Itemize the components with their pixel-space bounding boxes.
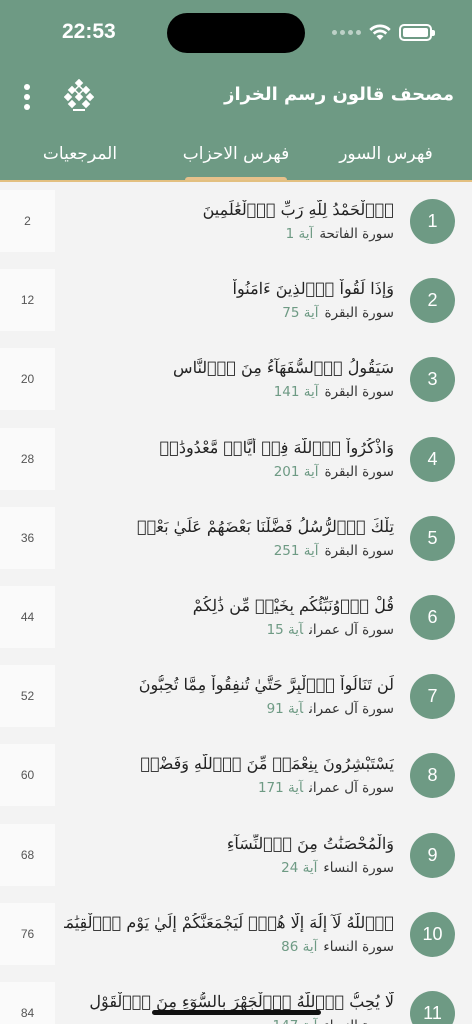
list-item[interactable]: 52 لَن تَنَالُواْ اُ۬لْبِرَّ حَتَّيٰ تُنف… [0, 665, 472, 728]
list-item[interactable]: 76 اِ۬للَّهُ لَآ إِلَٰهَ إِلَّا هُوَۖ لَي… [0, 902, 472, 965]
verse-location: سورة النساء آية 24 [281, 860, 394, 876]
verse-text: قُلْ أَ۬وُنَبِّئُكُم بِخَيْرٖ مِّن ذَٰلِ… [192, 596, 394, 615]
hizb-number-badge: 3 [410, 357, 455, 403]
dynamic-island [167, 13, 305, 53]
header-divider [0, 180, 472, 182]
verse-text: اِ۬للَّهُ لَآ إِلَٰهَ إِلَّا هُوَۖ لَيَج… [64, 912, 394, 932]
hizb-number-badge: 4 [410, 436, 455, 482]
verse-location: سورة الفاتحة آية 1 [286, 226, 394, 242]
page-number: 2 [0, 190, 55, 252]
verse-location: سورة آل عمران آية 15 [267, 622, 394, 638]
verse-text: وَالْمُحْصَنَٰتُ مِنَ اَ۬لنِّسَآءِ [226, 833, 394, 853]
page-number: 20 [0, 348, 55, 411]
surah-name: سورة البقرة [324, 305, 394, 322]
verse-text: اِ۬لْحَمْدُ لِلَّهِ رَبِّ اِ۬لْعَٰلَمِين… [202, 200, 394, 219]
list-item[interactable]: 68 وَالْمُحْصَنَٰتُ مِنَ اَ۬لنِّسَآءِ سورة… [0, 823, 472, 886]
verse-text: وَإِذَا لَقُواْ اُ۬لذِينَ ءَامَنُواْ [232, 279, 394, 299]
home-indicator[interactable] [152, 1010, 321, 1015]
cellular-signal-icon [332, 29, 361, 35]
list-item[interactable]: 84 لَّا يُحِبُّ اُ۬للَّهُ اُ۬لْجَهْرَ بِا… [0, 982, 472, 1024]
page-number: 60 [0, 744, 55, 807]
hizb-number-badge: 10 [410, 911, 455, 957]
tab-ahzab-index[interactable]: فهرس الاحزاب [176, 144, 296, 164]
page-number: 52 [0, 665, 55, 728]
surah-name: سورة آل عمران [309, 780, 394, 797]
verse-location: سورة آل عمران آية 91 [267, 701, 394, 717]
page-number: 12 [0, 269, 55, 332]
status-icons [332, 22, 435, 42]
list-item[interactable]: 28 وَاذْكُرُواْ اُ۬للَّهَ فِےٓ أَيَّامٖ م… [0, 427, 472, 490]
surah-name: سورة الفاتحة [319, 226, 394, 242]
page-number: 28 [0, 427, 55, 490]
hizb-number-badge: 6 [410, 595, 455, 640]
verse-text: يَسْتَبْشِرُونَ بِنِعْمَةٖ مِّنَ اَ۬للَّ… [140, 754, 394, 774]
verse-location: سورة البقرة آية 75 [282, 305, 394, 321]
page-number: 76 [0, 902, 55, 965]
aya-number: آية 15 [266, 622, 304, 638]
surah-name: سورة البقرة [324, 463, 394, 480]
hizb-number-badge: 2 [410, 278, 455, 324]
app-title: مصحف قالون رسم الخراز [224, 84, 454, 105]
page-number: 68 [0, 823, 55, 886]
list-item[interactable]: 12 وَإِذَا لَقُواْ اُ۬لذِينَ ءَامَنُواْ سو… [0, 269, 472, 332]
verse-location: سورة البقرة آية 141 [274, 384, 394, 400]
verse-location: سورة البقرة آية 251 [274, 543, 394, 559]
aya-number: آية 251 [273, 542, 319, 559]
page-number: 36 [0, 506, 55, 569]
hizb-number-badge: 11 [410, 991, 455, 1024]
aya-number: آية 86 [281, 938, 318, 955]
surah-name: سورة آل عمران [309, 701, 394, 718]
verse-text: سَيَقُولُ اُ۬لسُّفَهَآءُ مِنَ اَ۬لنَّاسِ [173, 358, 394, 378]
tab-bar: فهرس السور فهرس الاحزاب المرجعيات [0, 136, 472, 182]
list-item[interactable]: 44 قُلْ أَ۬وُنَبِّئُكُم بِخَيْرٖ مِّن ذَٰ… [0, 586, 472, 648]
surah-name: سورة البقرة [324, 384, 394, 401]
app-header: 22:53 مصحف قالون رسم الخراز فهرس السور ف… [0, 0, 472, 182]
surah-name: سورة آل عمران [309, 622, 394, 638]
app-logo-icon[interactable] [64, 79, 94, 113]
verse-text: لَّا يُحِبُّ اُ۬للَّهُ اُ۬لْجَهْرَ بِالس… [89, 992, 394, 1011]
aya-number: آية 91 [266, 701, 304, 718]
hizb-number-badge: 9 [410, 832, 455, 878]
aya-number: آية 1 [285, 226, 314, 242]
aya-number: آية 75 [282, 305, 319, 322]
hizb-number-badge: 1 [410, 199, 455, 244]
list-item[interactable]: 2 اِ۬لْحَمْدُ لِلَّهِ رَبِّ اِ۬لْعَٰلَمِي… [0, 190, 472, 252]
verse-text: لَن تَنَالُواْ اُ۬لْبِرَّ حَتَّيٰ تُنفِق… [138, 675, 394, 695]
list-item[interactable]: 36 تِلْكَ اَ۬لرُّسُلُ فَضَّلْنَا بَعْضَهُ… [0, 506, 472, 569]
surah-name: سورة البقرة [324, 542, 394, 559]
surah-name: سورة النساء [323, 938, 394, 955]
list-item[interactable]: 60 يَسْتَبْشِرُونَ بِنِعْمَةٖ مِّنَ اَ۬لل… [0, 744, 472, 807]
aya-number: آية 24 [281, 859, 318, 876]
tab-surah-index[interactable]: فهرس السور [330, 144, 442, 164]
aya-number: آية 147 [273, 1018, 318, 1024]
aya-number: آية 171 [257, 780, 304, 797]
hizb-number-badge: 5 [410, 515, 455, 561]
tab-references[interactable]: المرجعيات [30, 144, 130, 164]
battery-icon [399, 23, 435, 41]
wifi-icon [369, 24, 391, 40]
hizb-number-badge: 8 [410, 753, 455, 799]
verse-location: سورة النساء آية 147 [273, 1018, 394, 1024]
aya-number: آية 141 [273, 384, 319, 401]
verse-location: سورة النساء آية 86 [281, 939, 394, 955]
verse-text: وَاذْكُرُواْ اُ۬للَّهَ فِےٓ أَيَّامٖ مَّ… [159, 437, 394, 457]
verse-location: سورة آل عمران آية 171 [258, 780, 394, 796]
list-item[interactable]: 20 سَيَقُولُ اُ۬لسُّفَهَآءُ مِنَ اَ۬لنَّا… [0, 348, 472, 411]
aya-number: آية 201 [273, 463, 319, 480]
surah-name: سورة النساء [323, 859, 394, 876]
page-number: 84 [0, 982, 55, 1024]
status-time: 22:53 [62, 20, 116, 43]
verse-location: سورة البقرة آية 201 [274, 464, 394, 480]
page-number: 44 [0, 586, 55, 648]
more-options-icon[interactable] [20, 84, 34, 110]
surah-name: سورة النساء [323, 1018, 394, 1024]
hizb-number-badge: 7 [410, 674, 455, 720]
verse-text: تِلْكَ اَ۬لرُّسُلُ فَضَّلْنَا بَعْضَهُمْ… [137, 516, 394, 536]
